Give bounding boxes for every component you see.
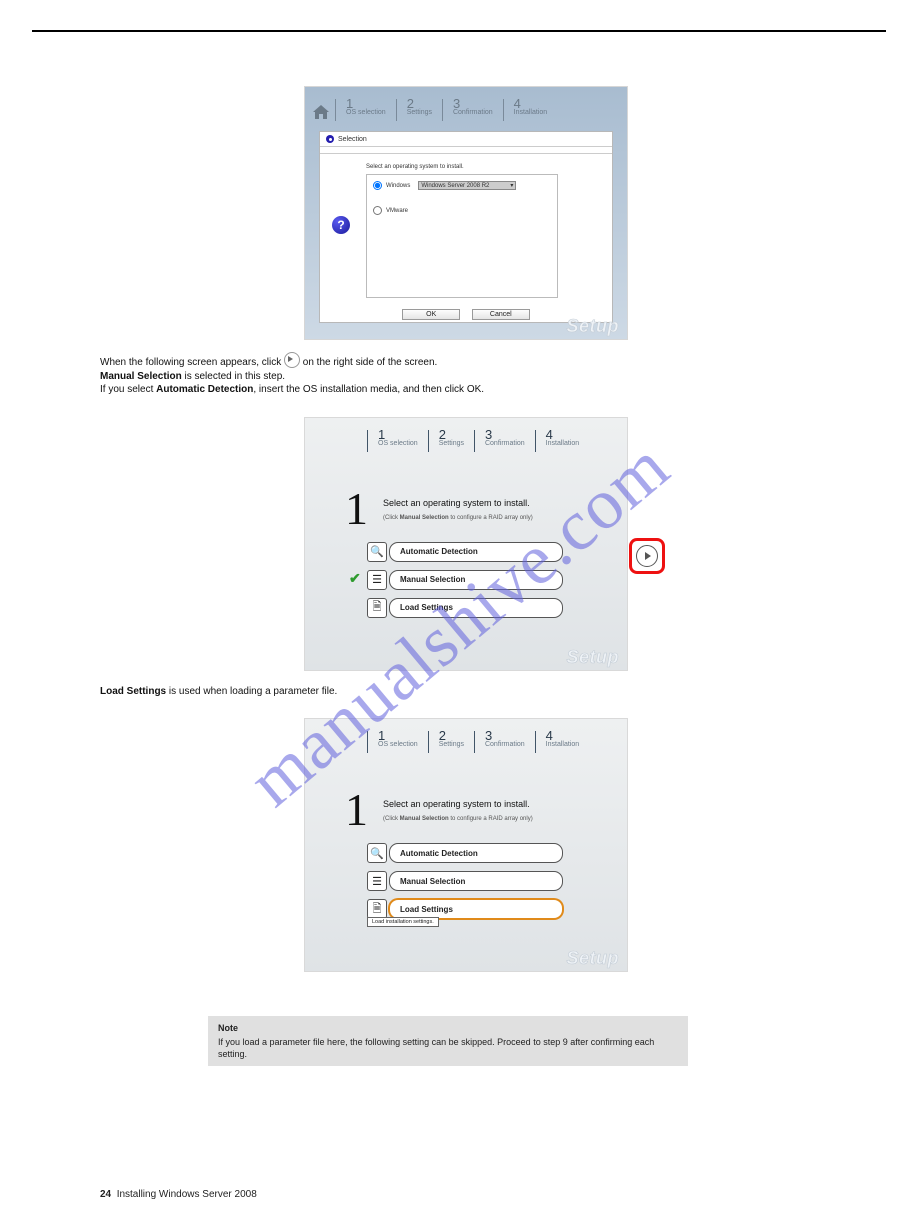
panel3-title: Select an operating system to install. — [383, 799, 530, 809]
cancel-button[interactable]: Cancel — [472, 309, 530, 320]
load-settings-option[interactable]: 🗎Load Settings — [367, 598, 563, 618]
panel-subtitle: (Click Manual Selection to configure a R… — [383, 515, 533, 521]
manual-select-option[interactable]: ☰Manual Selection — [367, 570, 563, 590]
panel-3: 1OS selection 2Settings 3Confirmation 4I… — [304, 718, 628, 972]
panel-title: Select an operating system to install. — [383, 498, 530, 508]
p2-step-1: 1OS selection — [367, 430, 428, 452]
dialog-title: Selection — [320, 132, 612, 147]
p2-step-4: 4Installation — [535, 430, 589, 452]
panel3-subtitle: (Click Manual Selection to configure a R… — [383, 816, 533, 822]
manual-select-icon-3: ☰ — [367, 871, 387, 891]
step-4: 4Installation — [503, 99, 557, 121]
info-icon — [326, 135, 334, 143]
load-settings-label-3: Load Settings — [389, 899, 563, 919]
big-step-number-3: 1 — [345, 783, 368, 836]
dialog-panel-1: 1OS selection 2Settings 3Confirmation 4I… — [304, 86, 628, 340]
auto-detect-label: Automatic Detection — [389, 542, 563, 562]
load-settings-icon-3: 🗎 — [367, 899, 387, 919]
step-2: 2Settings — [396, 99, 442, 121]
step-1: 1OS selection — [335, 99, 396, 121]
setup-watermark-2: Setup — [566, 647, 619, 668]
auto-detect-option-3[interactable]: 🔍Automatic Detection — [367, 843, 563, 863]
instr-text-1: When the following screen appears, click… — [100, 352, 620, 397]
manual-select-label: Manual Selection — [389, 570, 563, 590]
note-body: If you load a parameter file here, the f… — [218, 1037, 654, 1059]
next-button-highlight[interactable] — [629, 538, 665, 574]
check-icon: ✔ — [349, 570, 361, 587]
home-icon[interactable] — [311, 103, 331, 121]
auto-detect-icon-3: 🔍 — [367, 843, 387, 863]
vmware-label: VMware — [386, 208, 408, 214]
load-settings-icon: 🗎 — [367, 598, 387, 618]
p3-step-4: 4Installation — [535, 731, 589, 753]
instr-text-2: Load Settings is used when loading a par… — [100, 685, 620, 699]
windows-radio-row[interactable]: Windows Windows Server 2008 R2 — [373, 181, 551, 190]
auto-detect-label-3: Automatic Detection — [389, 843, 563, 863]
manual-select-icon: ☰ — [367, 570, 387, 590]
windows-radio[interactable] — [373, 181, 382, 190]
note-box: Note If you load a parameter file here, … — [208, 1016, 688, 1066]
next-arrow-icon — [636, 545, 658, 567]
os-selection-dialog: Selection ? Select an operating system t… — [319, 131, 613, 323]
auto-detect-icon: 🔍 — [367, 542, 387, 562]
p2-step-3: 3Confirmation — [474, 430, 535, 452]
step-3: 3Confirmation — [442, 99, 503, 121]
forward-icon — [284, 352, 300, 368]
note-title: Note — [218, 1022, 678, 1034]
manual-select-option-3[interactable]: ☰Manual Selection — [367, 871, 563, 891]
wizard-steps: 1OS selection 2Settings 3Confirmation 4I… — [305, 87, 627, 121]
p3-step-1: 1OS selection — [367, 731, 428, 753]
vmware-radio-row[interactable]: VMware — [373, 206, 551, 215]
vmware-radio[interactable] — [373, 206, 382, 215]
help-icon[interactable]: ? — [332, 216, 350, 234]
page-footer: 24 Installing Windows Server 2008 — [100, 1189, 257, 1200]
load-settings-label: Load Settings — [389, 598, 563, 618]
load-settings-option-3[interactable]: 🗎Load Settings — [367, 899, 563, 919]
big-step-number: 1 — [345, 482, 368, 535]
panel-2: 1OS selection 2Settings 3Confirmation 4I… — [304, 417, 628, 671]
p3-step-2: 2Settings — [428, 731, 474, 753]
p3-step-3: 3Confirmation — [474, 731, 535, 753]
setup-watermark-3: Setup — [566, 948, 619, 969]
setup-watermark: Setup — [566, 316, 619, 337]
os-option-box: Windows Windows Server 2008 R2 VMware — [366, 174, 558, 298]
windows-version-select[interactable]: Windows Server 2008 R2 — [418, 181, 516, 190]
auto-detect-option[interactable]: 🔍Automatic Detection — [367, 542, 563, 562]
select-os-label: Select an operating system to install. — [366, 164, 606, 170]
tooltip: Load installation settings. — [367, 917, 439, 927]
windows-label: Windows — [386, 183, 410, 189]
manual-select-label-3: Manual Selection — [389, 871, 563, 891]
p2-step-2: 2Settings — [428, 430, 474, 452]
ok-button[interactable]: OK — [402, 309, 460, 320]
